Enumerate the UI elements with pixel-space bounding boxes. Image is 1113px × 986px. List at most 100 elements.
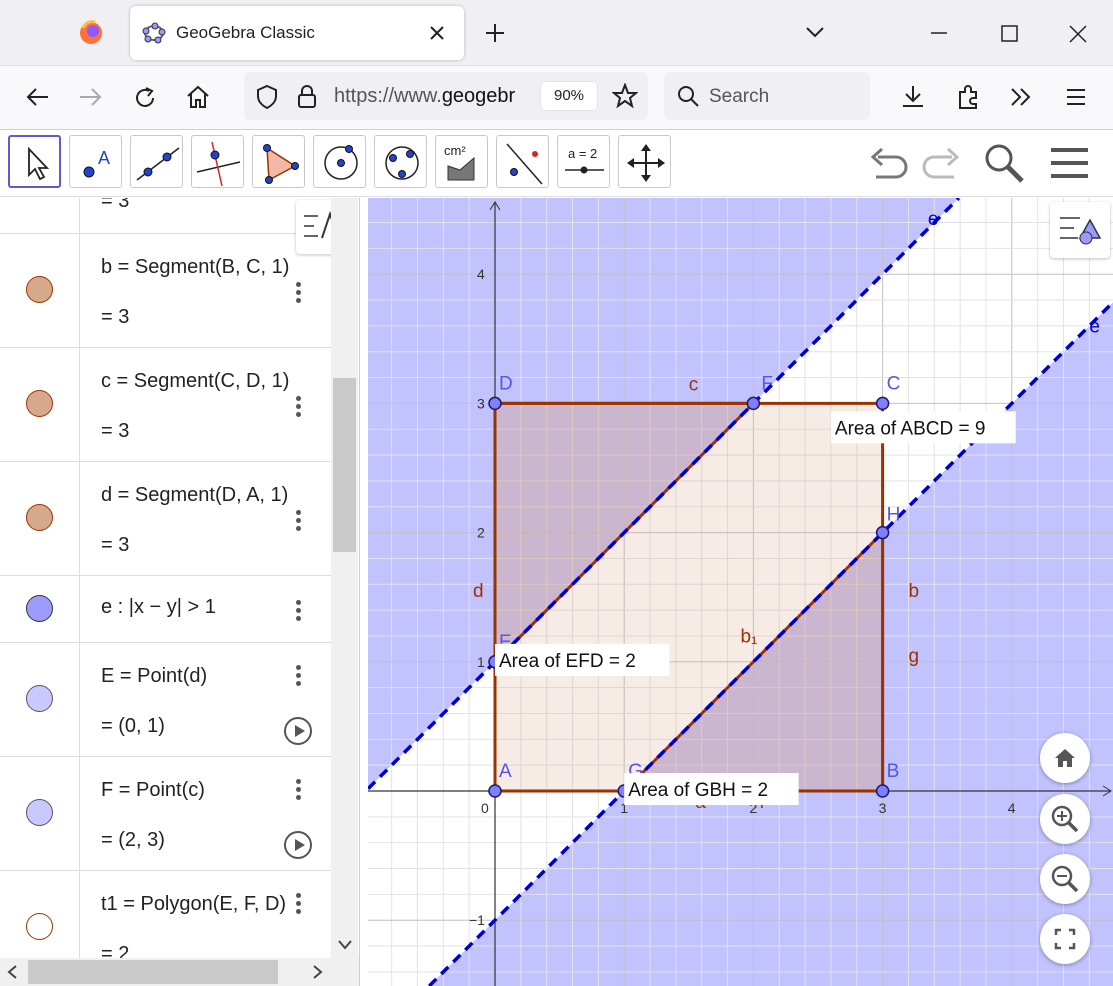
overflow-chevrons-icon[interactable] bbox=[1008, 86, 1034, 108]
value-c: = 3 bbox=[101, 420, 130, 442]
tool-move-graphics[interactable] bbox=[618, 135, 671, 188]
url-bar[interactable]: https://www.geogebr 90% bbox=[244, 72, 648, 120]
tab-geogebra[interactable]: GeoGebra Classic bbox=[130, 6, 464, 60]
algebra-row-e[interactable]: e : |x − y| > 1 bbox=[0, 576, 331, 643]
definition-t1[interactable]: t1 = Polygon(E, F, D) bbox=[101, 893, 286, 916]
search-icon[interactable] bbox=[982, 141, 1026, 185]
scroll-down-icon[interactable] bbox=[337, 938, 353, 952]
definition-c[interactable]: c = Segment(C, D, ⁨1) bbox=[101, 370, 289, 393]
play-animation-icon[interactable] bbox=[284, 831, 312, 859]
tool-move[interactable] bbox=[8, 135, 61, 188]
algebra-row-d[interactable]: d = Segment(D, A, ⁨1) = 3 bbox=[0, 462, 331, 576]
visibility-dot-e[interactable] bbox=[26, 595, 53, 622]
zoom-level-badge[interactable]: 90% bbox=[541, 82, 597, 110]
tab-title: GeoGebra Classic bbox=[176, 23, 315, 42]
scrollbar-thumb[interactable] bbox=[28, 960, 278, 984]
play-animation-icon[interactable] bbox=[284, 717, 312, 745]
visibility-dot-c[interactable] bbox=[26, 390, 53, 417]
definition-b[interactable]: b = Segment(B, C, ⁨1) bbox=[101, 256, 289, 279]
graphics-canvas[interactable]: 01234−11234abcdghb₁eeABCDEFGHArea of ABC… bbox=[368, 198, 1113, 986]
algebra-horizontal-scrollbar[interactable] bbox=[0, 958, 359, 986]
more-menu-icon[interactable] bbox=[294, 394, 302, 420]
url-text[interactable]: https://www.geogebr bbox=[334, 85, 544, 108]
zoom-in-icon bbox=[1051, 805, 1079, 833]
point-icon: A bbox=[83, 148, 110, 178]
algebra-row-a[interactable]: = 3 bbox=[0, 198, 331, 234]
segment-label-b: b bbox=[908, 581, 919, 602]
visibility-dot-E[interactable] bbox=[26, 685, 53, 712]
new-tab-icon[interactable] bbox=[484, 22, 506, 44]
lock-icon[interactable] bbox=[296, 84, 318, 110]
definition-F[interactable]: F = Point(c) bbox=[101, 779, 205, 802]
shield-icon[interactable] bbox=[255, 84, 279, 110]
graphics-view[interactable]: 01234−11234abcdghb₁eeABCDEFGHArea of ABC… bbox=[368, 198, 1113, 986]
more-menu-icon[interactable] bbox=[294, 280, 302, 306]
visibility-dot-d[interactable] bbox=[26, 504, 53, 531]
algebra-vertical-scrollbar[interactable] bbox=[331, 198, 358, 958]
definition-e[interactable]: e : |x − y| > 1 bbox=[101, 596, 216, 619]
close-tab-icon[interactable] bbox=[428, 24, 446, 42]
downloads-icon[interactable] bbox=[900, 84, 926, 110]
algebra-row-c[interactable]: c = Segment(C, D, ⁨1) = 3 bbox=[0, 348, 331, 462]
graphics-style-button[interactable] bbox=[1050, 202, 1110, 258]
undo-icon[interactable] bbox=[868, 143, 912, 183]
point-F[interactable] bbox=[746, 396, 761, 411]
tool-point[interactable]: A bbox=[69, 135, 122, 188]
tool-circle-three-points[interactable] bbox=[374, 135, 427, 188]
zoom-in-button[interactable] bbox=[1040, 794, 1090, 844]
home-icon[interactable] bbox=[185, 84, 211, 110]
tool-line[interactable] bbox=[130, 135, 183, 188]
hamburger-menu-icon[interactable] bbox=[1048, 145, 1092, 181]
algebra-row-E[interactable]: E = Point(d) = (0, 1) bbox=[0, 643, 331, 757]
scroll-right-icon[interactable] bbox=[310, 964, 324, 980]
point-label-H: H bbox=[887, 505, 901, 526]
x-tick-label: 3 bbox=[879, 800, 887, 816]
more-menu-icon[interactable] bbox=[294, 777, 302, 803]
tool-perpendicular-line[interactable] bbox=[191, 135, 244, 188]
segment-label-e: e bbox=[1089, 316, 1100, 337]
visibility-dot-t1[interactable] bbox=[26, 913, 53, 940]
algebra-row-F[interactable]: F = Point(c) = (2, 3) bbox=[0, 757, 331, 871]
tool-reflect[interactable] bbox=[496, 135, 549, 188]
definition-d[interactable]: d = Segment(D, A, ⁨1) bbox=[101, 484, 288, 507]
point-D[interactable] bbox=[488, 396, 502, 411]
point-C[interactable] bbox=[875, 396, 890, 411]
tool-area[interactable]: cm² bbox=[435, 135, 488, 188]
chevron-down-icon[interactable] bbox=[804, 24, 826, 40]
zoom-out-button[interactable] bbox=[1040, 854, 1090, 904]
more-menu-icon[interactable] bbox=[294, 508, 302, 534]
maximize-icon[interactable] bbox=[1000, 24, 1020, 44]
search-placeholder: Search bbox=[709, 86, 770, 107]
redo-icon[interactable] bbox=[918, 143, 962, 183]
close-window-icon[interactable] bbox=[1068, 24, 1088, 44]
bookmark-star-icon[interactable] bbox=[612, 83, 638, 109]
search-bar[interactable]: Search bbox=[664, 72, 870, 120]
hamburger-menu-icon[interactable] bbox=[1064, 86, 1090, 108]
point-H[interactable] bbox=[875, 525, 890, 540]
back-icon[interactable] bbox=[24, 86, 50, 108]
value-b: = 3 bbox=[101, 306, 130, 328]
reload-icon[interactable] bbox=[132, 85, 158, 111]
fullscreen-button[interactable] bbox=[1040, 914, 1090, 964]
extensions-icon[interactable] bbox=[956, 84, 982, 110]
point-A[interactable] bbox=[488, 784, 502, 798]
tool-slider[interactable]: a = 2 bbox=[557, 135, 610, 188]
more-menu-icon[interactable] bbox=[294, 663, 302, 689]
home-view-button[interactable] bbox=[1040, 733, 1090, 783]
visibility-dot-b[interactable] bbox=[26, 276, 53, 303]
forward-icon[interactable] bbox=[78, 86, 104, 108]
y-tick-label: 1 bbox=[477, 654, 485, 670]
scrollbar-thumb[interactable] bbox=[333, 378, 356, 552]
more-menu-icon[interactable] bbox=[294, 891, 302, 917]
definition-E[interactable]: E = Point(d) bbox=[101, 665, 207, 688]
y-tick-label: 4 bbox=[477, 266, 485, 282]
visibility-dot-F[interactable] bbox=[26, 799, 53, 826]
more-menu-icon[interactable] bbox=[294, 598, 302, 624]
point-B[interactable] bbox=[875, 784, 890, 798]
tab-firefox[interactable] bbox=[0, 6, 126, 60]
minimize-icon[interactable] bbox=[928, 24, 950, 42]
tool-circle-center[interactable] bbox=[313, 135, 366, 188]
tool-polygon[interactable] bbox=[252, 135, 305, 188]
scroll-left-icon[interactable] bbox=[6, 964, 20, 980]
algebra-row-b[interactable]: b = Segment(B, C, ⁨1) = 3 bbox=[0, 234, 331, 348]
